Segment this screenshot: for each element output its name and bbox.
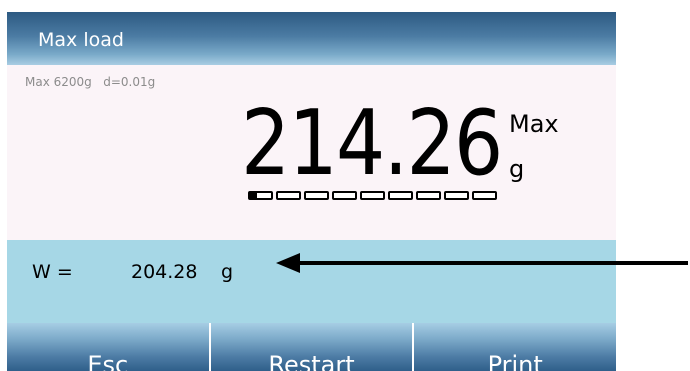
mode-label: Max xyxy=(509,110,559,138)
scale-spec-text: Max 6200g d=0.01g xyxy=(25,75,156,89)
esc-button[interactable]: Esc xyxy=(7,323,209,371)
result-value: 204.28 xyxy=(131,261,198,283)
capacity-bar-segment xyxy=(472,191,497,200)
scale-display-screen: Max load Max 6200g d=0.01g 214.26 Max g … xyxy=(7,12,616,371)
page-title: Max load xyxy=(38,29,124,51)
weight-readout: 214.26 xyxy=(241,91,503,196)
capacity-bar-segment xyxy=(388,191,413,200)
capacity-bar xyxy=(248,191,497,200)
soft-button-bar: Esc Restart Print xyxy=(7,323,616,371)
restart-button[interactable]: Restart xyxy=(208,323,413,371)
capacity-bar-segment xyxy=(248,191,273,200)
capacity-bar-segment xyxy=(304,191,329,200)
esc-button-label: Esc xyxy=(87,351,129,371)
result-label: W = xyxy=(32,261,73,283)
restart-button-label: Restart xyxy=(268,351,355,371)
capacity-bar-segment xyxy=(416,191,441,200)
capacity-bar-fill xyxy=(250,193,258,198)
capacity-bar-segment xyxy=(332,191,357,200)
capacity-bar-segment xyxy=(444,191,469,200)
title-bar: Max load xyxy=(7,12,616,65)
result-unit: g xyxy=(221,261,234,283)
result-panel: W = 204.28 g xyxy=(7,240,616,323)
capacity-bar-segment xyxy=(360,191,385,200)
capacity-bar-segment xyxy=(276,191,301,200)
print-button[interactable]: Print xyxy=(412,323,616,371)
print-button-label: Print xyxy=(487,351,543,371)
unit-label: g xyxy=(509,155,525,183)
